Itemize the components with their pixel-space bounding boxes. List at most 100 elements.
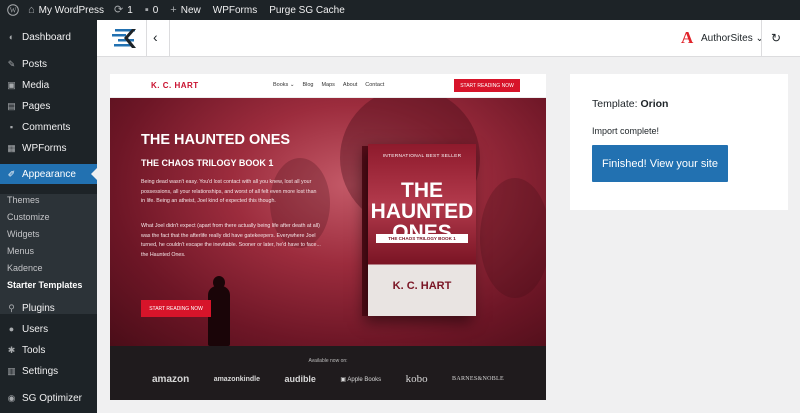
wordpress-icon: W <box>7 4 19 16</box>
sidebar-item-settings[interactable]: ▥ Settings <box>0 361 97 381</box>
preview-nav-links: Books ⌄ Blog Maps About Contact <box>273 82 384 88</box>
wordpress-logo[interactable]: W <box>7 4 19 16</box>
sidebar-item-plugins[interactable]: ⚲ Plugins <box>0 298 97 318</box>
hero-paragraph: What Joel didn't expect (apart from ther… <box>141 223 321 258</box>
preview-nav-about: About <box>342 82 358 88</box>
purge-cache-link[interactable]: Purge SG Cache <box>269 5 345 16</box>
submenu-kadence[interactable]: Kadence <box>7 263 43 273</box>
sidebar-item-sg-optimizer[interactable]: ◉ SG Optimizer <box>0 388 97 408</box>
pin-icon: ✎ <box>7 58 16 69</box>
submenu-customize[interactable]: Customize <box>7 212 50 222</box>
submenu-starter-templates[interactable]: Starter Templates <box>7 280 82 290</box>
purge-label: Purge SG Cache <box>269 4 345 16</box>
preview-footer: Available now on: amazon amazonkindle au… <box>110 346 546 400</box>
sidebar-item-label: SG Optimizer <box>22 392 83 404</box>
authorsites-dropdown[interactable]: AuthorSites ⌄ <box>701 33 764 44</box>
sidebar-item-dashboard[interactable]: ◐ Dashboard <box>0 27 97 47</box>
template-name: Orion <box>640 98 669 110</box>
comments-count: 0 <box>152 4 159 16</box>
authorsites-logo-icon: A <box>681 28 694 47</box>
wpforms-link[interactable]: WPForms <box>213 5 257 16</box>
active-indicator <box>91 168 97 180</box>
new-content-link[interactable]: + New <box>170 3 200 16</box>
preview-nav-blog: Blog <box>302 82 314 88</box>
starter-templates-header: ‹ A AuthorSites ⌄ ↻ <box>97 20 800 57</box>
kadence-logo-icon <box>112 29 136 48</box>
preview-navbar: K. C. HART Books ⌄ Blog Maps About Conta… <box>110 74 546 98</box>
template-label: Template: Orion <box>592 98 668 110</box>
comment-bubble-icon: ▪ <box>144 3 149 16</box>
hero-cta-button: START READING NOW <box>141 300 211 317</box>
sidebar-item-label: Appearance <box>22 168 76 180</box>
dashboard-icon: ◐ <box>8 31 15 42</box>
comments-link[interactable]: ▪ 0 <box>144 3 159 16</box>
settings-icon: ▥ <box>7 365 16 376</box>
sidebar-item-label: Dashboard <box>22 31 71 43</box>
preview-nav-contact: Contact <box>365 82 385 88</box>
admin-sidebar: ◐ Dashboard ✎ Posts ▣ Media ▤ Pages ▪ Co… <box>0 20 97 413</box>
plugin-icon: ⚲ <box>8 302 15 313</box>
audible-logo: audible <box>284 374 316 384</box>
wrench-icon: ✱ <box>7 344 16 355</box>
sg-optimizer-icon: ◉ <box>7 392 16 403</box>
sidebar-item-label: Users <box>22 323 49 335</box>
updates-count: 1 <box>127 4 133 16</box>
authorsites-label: AuthorSites <box>701 33 753 44</box>
sidebar-item-users[interactable]: ● Users <box>0 319 97 339</box>
sidebar-item-label: Media <box>22 79 50 91</box>
sidebar-item-label: Settings <box>22 365 59 377</box>
apple-books-logo: ▣ Apple Books <box>340 376 382 383</box>
svg-text:W: W <box>10 7 17 15</box>
sidebar-item-label: Posts <box>22 58 48 70</box>
submenu-widgets[interactable]: Widgets <box>7 229 40 239</box>
pages-icon: ▤ <box>7 100 16 111</box>
sidebar-item-label: Tools <box>22 344 46 356</box>
sidebar-item-wpforms[interactable]: ▦ WPForms <box>0 138 97 158</box>
store-logos: amazon amazonkindle audible ▣ Apple Book… <box>152 373 504 385</box>
hero-subtitle: THE CHAOS TRILOGY BOOK 1 <box>141 158 274 168</box>
sidebar-item-appearance[interactable]: ✐ Appearance <box>0 164 97 184</box>
sidebar-item-label: Comments <box>22 121 71 133</box>
updates-link[interactable]: ⟳ 1 <box>114 3 133 16</box>
users-icon: ● <box>8 323 15 334</box>
sidebar-item-label: Plugins <box>22 302 55 314</box>
template-prefix: Template: <box>592 98 638 110</box>
wpforms-label: WPForms <box>212 4 258 16</box>
header-divider <box>146 20 147 57</box>
amazon-kindle-logo: amazonkindle <box>213 375 260 383</box>
preview-hero: THE HAUNTED ONES THE CHAOS TRILOGY BOOK … <box>110 98 546 346</box>
preview-nav-cta: START READING NOW <box>454 79 520 92</box>
comments-icon: ▪ <box>9 121 14 132</box>
submenu-themes[interactable]: Themes <box>7 195 40 205</box>
sidebar-item-label: WPForms <box>22 142 67 154</box>
view-site-button[interactable]: Finished! View your site <box>592 145 728 182</box>
site-name-link[interactable]: ⌂ My WordPress <box>28 3 105 16</box>
hero-title: THE HAUNTED ONES <box>141 132 291 148</box>
site-name: My WordPress <box>38 4 105 16</box>
preview-nav-maps: Maps <box>321 82 335 88</box>
book-series: THE CHAOS TRILOGY BOOK 1 <box>376 234 468 243</box>
barnes-noble-logo: BARNES&NOBLE <box>452 376 504 382</box>
book-author: K. C. HART <box>392 280 452 292</box>
submenu-menus[interactable]: Menus <box>7 246 34 256</box>
sidebar-item-media[interactable]: ▣ Media <box>0 75 97 95</box>
sidebar-item-tools[interactable]: ✱ Tools <box>0 340 97 360</box>
updates-icon: ⟳ <box>114 3 124 16</box>
media-icon: ▣ <box>7 79 16 90</box>
header-divider <box>169 20 170 57</box>
sidebar-item-comments[interactable]: ▪ Comments <box>0 117 97 137</box>
book-tagline: INTERNATIONAL BEST SELLER <box>382 154 462 159</box>
hero-paragraph: Being dead wasn't easy. You'd lost conta… <box>141 179 317 204</box>
sidebar-item-pages[interactable]: ▤ Pages <box>0 96 97 116</box>
sidebar-item-posts[interactable]: ✎ Posts <box>0 54 97 74</box>
sync-icon[interactable]: ↻ <box>771 31 781 45</box>
home-icon: ⌂ <box>28 3 35 16</box>
back-chevron-icon[interactable]: ‹ <box>153 29 158 45</box>
header-divider <box>761 20 762 57</box>
import-complete-message: Import complete! <box>592 126 660 136</box>
amazon-logo: amazon <box>152 373 190 385</box>
template-preview: K. C. HART Books ⌄ Blog Maps About Conta… <box>110 74 546 400</box>
plus-icon: + <box>170 3 177 16</box>
import-status-panel: Template: Orion Import complete! Finishe… <box>570 74 788 210</box>
book-cover: INTERNATIONAL BEST SELLER THE HAUNTED ON… <box>368 144 476 316</box>
